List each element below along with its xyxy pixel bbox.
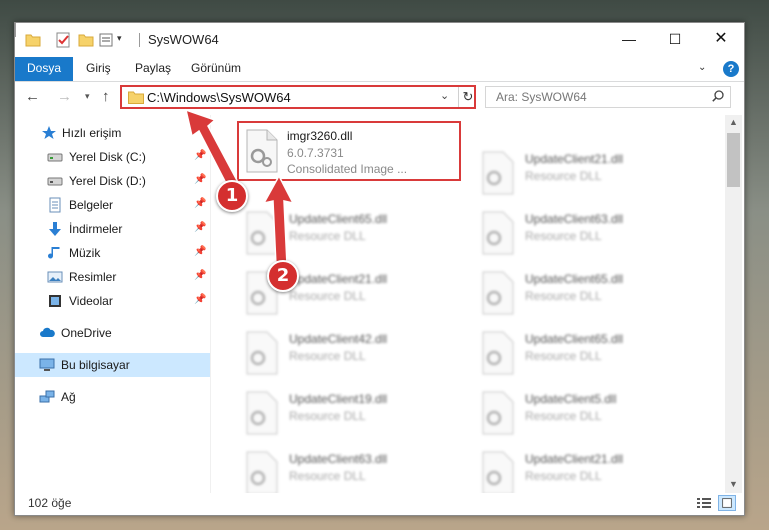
step-1-badge: 1	[216, 180, 248, 212]
arrow-2-icon	[262, 174, 295, 266]
annotation-arrows	[184, 108, 295, 266]
step-2-badge: 2	[267, 260, 299, 292]
arrow-1-icon	[184, 108, 242, 193]
